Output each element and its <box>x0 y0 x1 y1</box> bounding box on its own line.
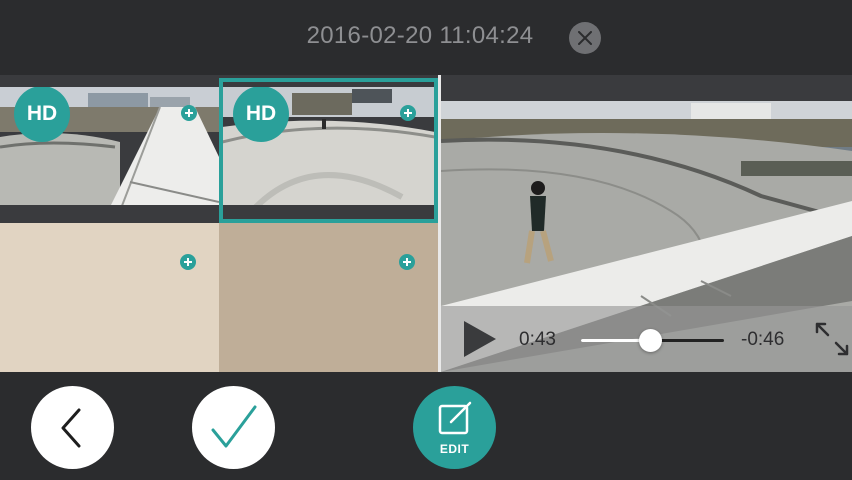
edit-label: EDIT <box>439 442 470 456</box>
remaining-time: -0:46 <box>741 329 785 350</box>
chevron-left-icon <box>61 408 81 448</box>
playback-controls: 0:43 -0:46 <box>441 306 852 372</box>
current-time: 0:43 <box>519 329 556 350</box>
seek-bar[interactable] <box>581 329 724 352</box>
plus-icon[interactable] <box>399 254 415 270</box>
clip-thumbnail-1[interactable]: HD <box>0 87 219 211</box>
play-icon[interactable] <box>462 321 498 357</box>
bottom-toolbar: EDIT <box>0 372 852 480</box>
expand-icon[interactable] <box>813 320 851 358</box>
header-bar: 2016-02-20 11:04:24 <box>0 0 852 75</box>
plus-icon[interactable] <box>181 105 197 121</box>
back-button[interactable] <box>31 386 114 469</box>
edit-button[interactable]: EDIT <box>413 386 496 469</box>
empty-clip-slot-1[interactable] <box>0 223 219 372</box>
confirm-button[interactable] <box>192 386 275 469</box>
plus-icon[interactable] <box>180 254 196 270</box>
seek-bar-thumb[interactable] <box>638 329 662 352</box>
close-button[interactable] <box>569 22 601 54</box>
selected-clip-frame <box>219 78 438 223</box>
checkmark-icon <box>211 405 257 448</box>
empty-clip-slot-2[interactable] <box>219 223 438 372</box>
clip-timestamp-title: 2016-02-20 11:04:24 <box>306 22 534 49</box>
close-icon <box>578 31 592 45</box>
edit-icon <box>438 401 472 435</box>
hd-badge: HD <box>14 87 70 142</box>
